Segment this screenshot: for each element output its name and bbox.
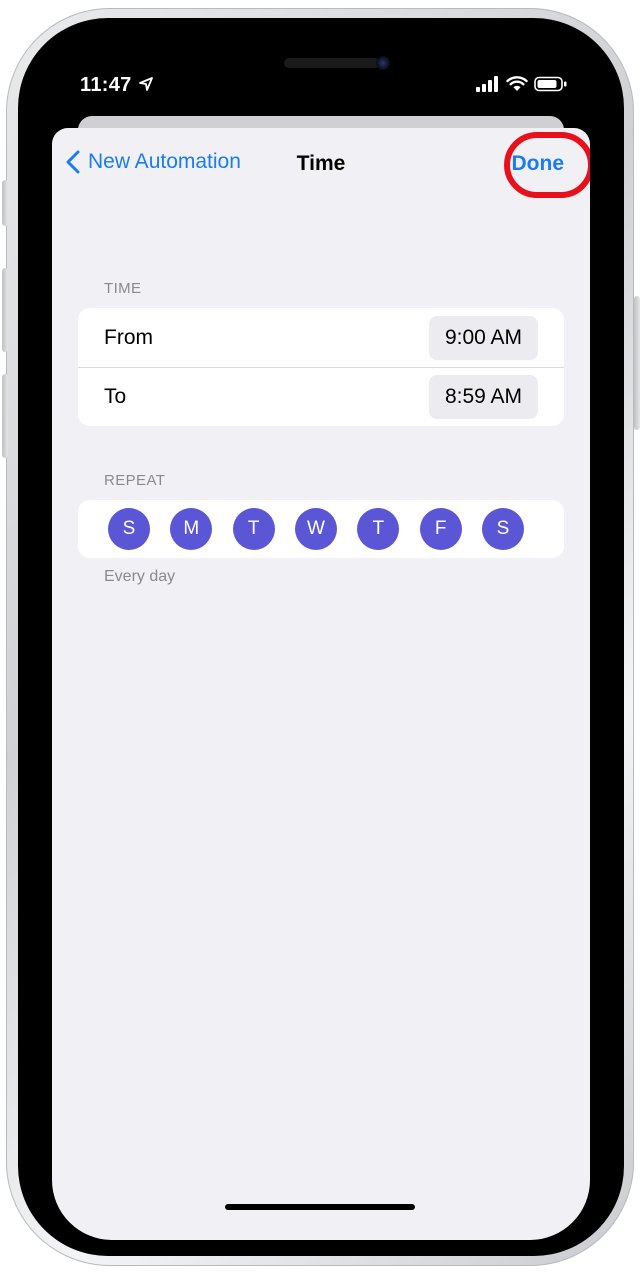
repeat-section-header: REPEAT — [104, 472, 166, 489]
mute-switch — [2, 180, 8, 226]
from-row[interactable]: From 9:00 AM — [78, 308, 564, 367]
done-button[interactable]: Done — [512, 152, 565, 176]
phone-screen: 11:47 New Automation Time Done TIME From… — [34, 34, 608, 1240]
day-toggle-tuesday[interactable]: T — [232, 508, 275, 550]
time-group: From 9:00 AM To 8:59 AM — [78, 308, 564, 426]
battery-icon — [534, 76, 568, 97]
to-label: To — [104, 385, 127, 408]
volume-down-button — [2, 374, 8, 458]
day-toggle-thursday[interactable]: T — [357, 508, 400, 550]
day-toggle-wednesday[interactable]: W — [294, 508, 337, 550]
day-toggle-friday[interactable]: F — [419, 508, 462, 550]
repeat-summary: Every day — [104, 568, 176, 585]
status-icons — [476, 76, 568, 97]
to-time-picker[interactable]: 8:59 AM — [428, 375, 538, 419]
location-arrow-icon — [138, 76, 154, 97]
home-indicator[interactable] — [225, 1204, 415, 1210]
from-time-picker[interactable]: 9:00 AM — [428, 315, 538, 360]
from-label: From — [104, 325, 153, 349]
earpiece-speaker — [284, 58, 380, 68]
navigation-bar: New Automation Time Done — [52, 128, 590, 200]
automation-time-sheet: New Automation Time Done TIME From 9:00 … — [52, 128, 590, 1240]
day-toggle-sunday[interactable]: S — [108, 508, 150, 550]
screenshot: 11:47 New Automation Time Done TIME From… — [0, 0, 642, 1274]
day-selector: S M T W T F S — [78, 500, 564, 558]
front-camera-icon — [376, 56, 390, 70]
day-toggle-saturday[interactable]: S — [481, 508, 524, 550]
side-button — [634, 296, 640, 430]
page-title: Time — [296, 152, 346, 175]
day-toggle-monday[interactable]: M — [170, 508, 213, 550]
repeat-group: S M T W T F S — [78, 500, 564, 558]
wifi-icon — [506, 76, 528, 97]
volume-up-button — [2, 268, 8, 352]
status-time: 11:47 — [80, 74, 132, 96]
time-section-header: TIME — [104, 280, 142, 297]
to-row[interactable]: To 8:59 AM — [78, 367, 564, 426]
cellular-signal-icon — [476, 76, 500, 97]
